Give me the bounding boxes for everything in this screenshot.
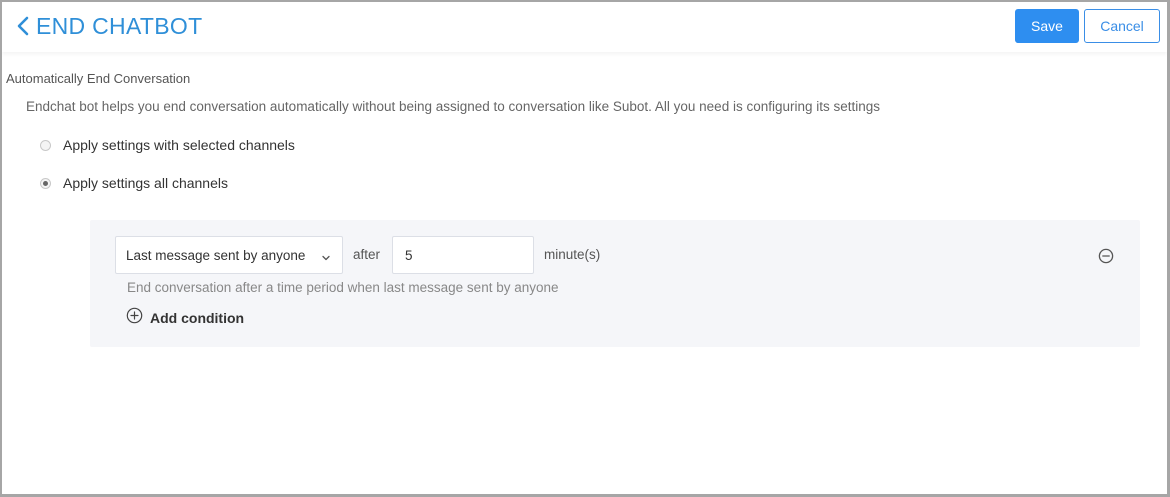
add-circle-icon bbox=[126, 307, 143, 329]
chevron-left-icon[interactable] bbox=[16, 15, 30, 37]
page-title: END CHATBOT bbox=[36, 13, 203, 39]
radio-button-selected-channels[interactable] bbox=[40, 139, 51, 151]
add-condition-button[interactable]: Add condition bbox=[126, 307, 244, 329]
remove-condition-icon[interactable] bbox=[1098, 248, 1114, 269]
trigger-select-value: Last message sent by anyone bbox=[126, 247, 306, 263]
trigger-select[interactable]: Last message sent by anyone bbox=[115, 236, 343, 274]
condition-panel: Last message sent by anyone after minute… bbox=[90, 220, 1140, 347]
condition-description: End conversation after a time period whe… bbox=[127, 280, 559, 295]
radio-label: Apply settings all channels bbox=[63, 175, 228, 191]
radio-button-all-channels[interactable] bbox=[40, 177, 51, 189]
radio-label: Apply settings with selected channels bbox=[63, 137, 295, 153]
add-condition-label: Add condition bbox=[150, 310, 245, 326]
radio-option-selected-channels[interactable]: Apply settings with selected channels bbox=[40, 137, 295, 153]
minutes-input[interactable] bbox=[392, 236, 534, 274]
section-title: Automatically End Conversation bbox=[6, 71, 191, 86]
unit-label: minute(s) bbox=[544, 247, 601, 262]
back-link[interactable]: END CHATBOT bbox=[16, 12, 202, 40]
chevron-down-icon bbox=[321, 250, 331, 268]
save-button[interactable]: Save bbox=[1015, 9, 1079, 43]
page-header: END CHATBOT Save Cancel bbox=[2, 2, 1167, 52]
section-description: Endchat bot helps you end conversation a… bbox=[26, 99, 881, 114]
after-label: after bbox=[353, 247, 381, 262]
radio-option-all-channels[interactable]: Apply settings all channels bbox=[40, 175, 228, 191]
window-frame: END CHATBOT Save Cancel Automatically En… bbox=[0, 0, 1170, 497]
cancel-button[interactable]: Cancel bbox=[1084, 9, 1160, 43]
